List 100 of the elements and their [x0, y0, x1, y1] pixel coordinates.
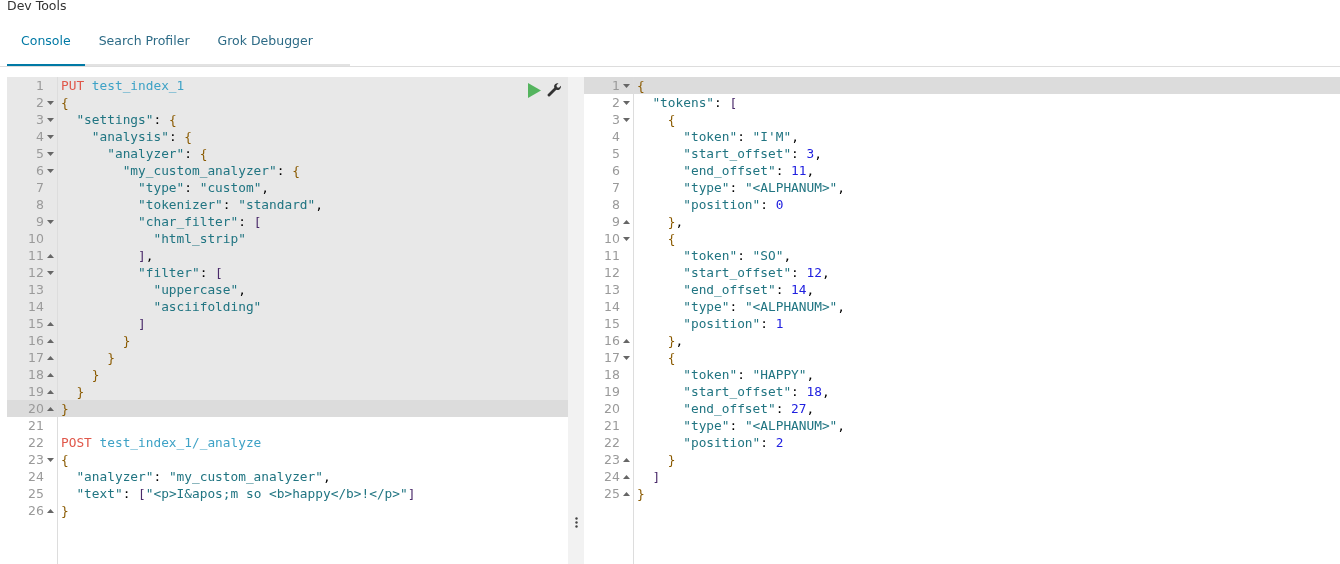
fold-down-icon[interactable] [47, 457, 54, 462]
code-line: "analyzer": "my_custom_analyzer", [75, 469, 331, 484]
line-number: 8 [35, 197, 45, 212]
fold-up-icon[interactable] [47, 389, 54, 394]
line-number: 5 [611, 146, 621, 161]
code-line: "token": "I'M", [682, 129, 799, 144]
code-line: "type": "<ALPHANUM>", [682, 299, 846, 314]
fold-up-icon[interactable] [623, 457, 630, 462]
code-line: "position": 2 [682, 435, 784, 450]
fold-up-icon[interactable] [623, 474, 630, 479]
line-number: 25 [27, 486, 45, 501]
code-line: } [636, 486, 645, 501]
line-number: 20 [603, 401, 621, 416]
fold-down-icon[interactable] [47, 134, 54, 139]
code-line: "type": "<ALPHANUM>", [682, 418, 846, 433]
wrench-icon[interactable] [547, 83, 562, 98]
line-number: 9 [35, 214, 45, 229]
fold-down-icon[interactable] [47, 100, 54, 105]
line-number: 5 [35, 146, 45, 161]
line-number: 1 [35, 78, 45, 93]
line-number: 17 [27, 350, 45, 365]
fold-down-icon[interactable] [47, 117, 54, 122]
line-number: 14 [603, 299, 621, 314]
code-line: "text": ["<p>I&apos;m so <b>happy</b>!</p>"] [75, 486, 416, 501]
fold-up-icon[interactable] [47, 508, 54, 513]
code-line: "position": 1 [682, 316, 784, 331]
line-number: 21 [603, 418, 621, 433]
code-line: "type": "custom", [137, 180, 270, 195]
fold-up-icon[interactable] [47, 406, 54, 411]
tab[interactable]: Console [7, 16, 85, 66]
line-number: 3 [611, 112, 621, 127]
line-number: 9 [611, 214, 621, 229]
fold-down-icon[interactable] [623, 83, 630, 88]
code-line: }, [666, 214, 684, 229]
resize-handle-icon[interactable] [574, 517, 578, 528]
code-line: { [666, 231, 676, 246]
line-number: 14 [27, 299, 45, 314]
code-line: "char_filter": [ [137, 214, 262, 229]
code-line: "end_offset": 27, [682, 401, 815, 416]
fold-up-icon[interactable] [47, 372, 54, 377]
code-line: "start_offset": 3, [682, 146, 822, 161]
line-number: 1 [611, 78, 621, 93]
tab[interactable]: Search Profiler [84, 16, 204, 66]
fold-up-icon[interactable] [47, 355, 54, 360]
code-line: "filter": [ [137, 265, 223, 280]
line-number: 6 [611, 163, 621, 178]
fold-down-icon[interactable] [47, 151, 54, 156]
code-line: POST test_index_1/_analyze [60, 435, 262, 450]
fold-down-icon[interactable] [47, 270, 54, 275]
code-line: { [60, 452, 69, 467]
line-number: 22 [603, 435, 621, 450]
code-line: "start_offset": 12, [682, 265, 830, 280]
code-line: "analyzer": { [106, 146, 208, 161]
fold-down-icon[interactable] [623, 117, 630, 122]
line-number: 10 [27, 231, 45, 246]
line-number: 16 [27, 333, 45, 348]
code-line: { [636, 78, 645, 93]
line-number: 26 [27, 503, 45, 518]
code-line: "asciifolding" [152, 299, 262, 314]
code-line: "analysis": { [90, 129, 192, 144]
fold-down-icon[interactable] [623, 355, 630, 360]
code-line: "token": "SO", [682, 248, 792, 263]
line-number: 24 [27, 469, 45, 484]
code-line: ] [651, 469, 661, 484]
line-number: 6 [35, 163, 45, 178]
code-line: { [666, 350, 676, 365]
tab[interactable]: Grok Debugger [203, 16, 327, 66]
line-number: 7 [611, 180, 621, 195]
fold-down-icon[interactable] [47, 219, 54, 224]
code-line: { [666, 112, 676, 127]
line-number: 21 [27, 418, 45, 433]
line-number: 10 [603, 231, 621, 246]
fold-up-icon[interactable] [47, 338, 54, 343]
code-line: }, [666, 333, 684, 348]
fold-up-icon[interactable] [47, 321, 54, 326]
code-line: "start_offset": 18, [682, 384, 830, 399]
code-line: "uppercase", [152, 282, 246, 297]
code-line: } [666, 452, 676, 467]
line-number: 16 [603, 333, 621, 348]
code-line: "type": "<ALPHANUM>", [682, 180, 846, 195]
fold-down-icon[interactable] [47, 168, 54, 173]
line-number: 23 [603, 452, 621, 467]
code-line: "position": 0 [682, 197, 784, 212]
code-line: { [60, 95, 69, 110]
fold-down-icon[interactable] [623, 236, 630, 241]
page-title: Dev Tools [6, 0, 68, 15]
code-line: "tokens": [ [651, 95, 738, 110]
fold-up-icon[interactable] [47, 253, 54, 258]
code-line: "end_offset": 14, [682, 282, 815, 297]
fold-down-icon[interactable] [623, 100, 630, 105]
line-number: 15 [603, 316, 621, 331]
line-number: 2 [35, 95, 45, 110]
code-line: } [90, 367, 100, 382]
line-number: 11 [27, 248, 45, 263]
fold-up-icon[interactable] [623, 491, 630, 496]
line-number: 13 [603, 282, 621, 297]
fold-up-icon[interactable] [623, 338, 630, 343]
fold-up-icon[interactable] [623, 219, 630, 224]
line-number: 3 [35, 112, 45, 127]
code-line: PUT test_index_1 [60, 78, 185, 93]
